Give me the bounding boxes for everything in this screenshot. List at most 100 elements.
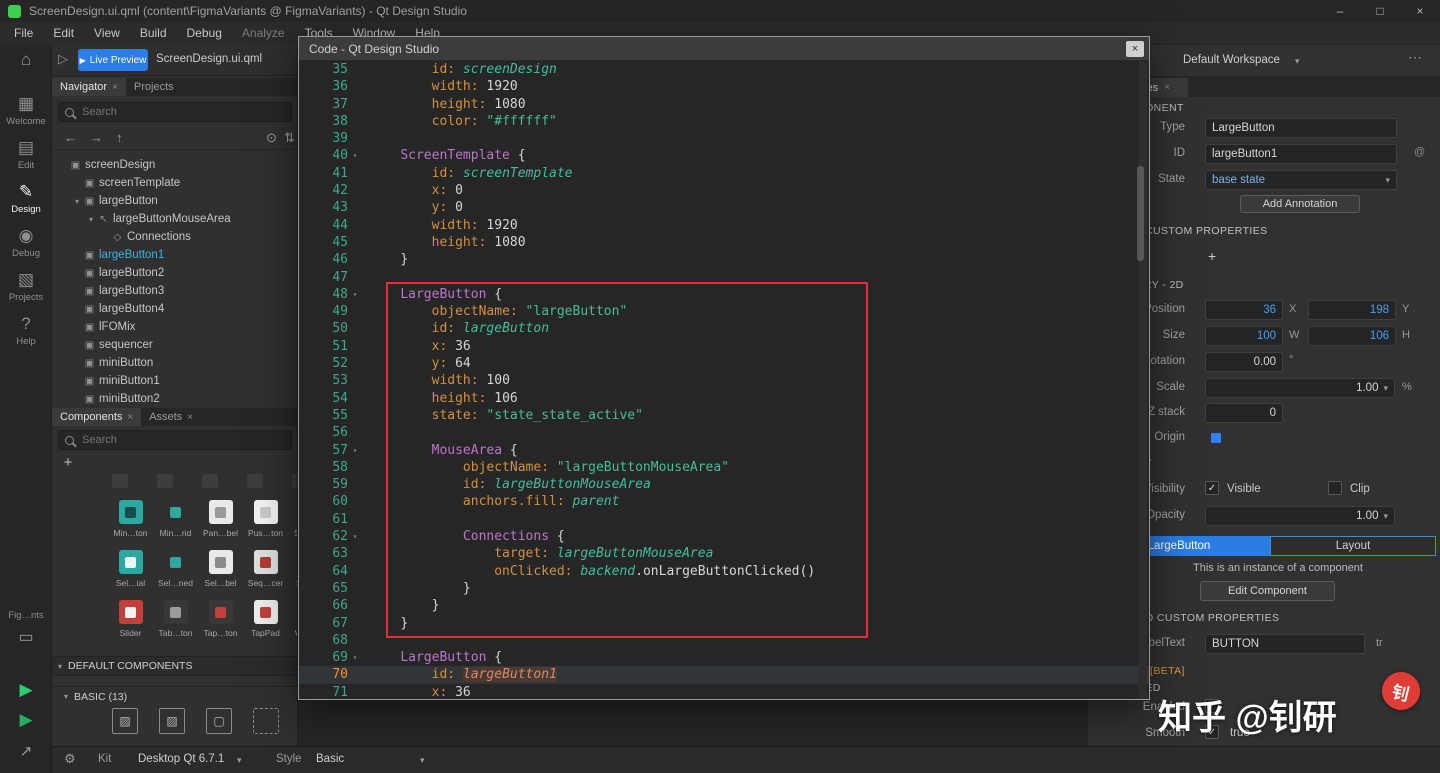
tree-item-miniButton1[interactable]: ▣miniButton1 <box>52 372 298 390</box>
fold-expander-icon[interactable]: ▾ <box>348 528 362 545</box>
export-alias-icon[interactable]: @ <box>1414 146 1425 158</box>
fold-expander-icon[interactable]: ▾ <box>348 147 362 164</box>
tab-layout[interactable]: Layout <box>1270 536 1436 556</box>
component-item-minrid[interactable]: Min…rid <box>153 496 198 546</box>
code-window-close-button[interactable]: × <box>1126 41 1144 57</box>
size-w-field[interactable]: 100 <box>1205 326 1283 346</box>
animated-image-component-icon[interactable]: ▨ <box>159 708 185 734</box>
menu-item-analyze[interactable]: Analyze <box>232 22 295 44</box>
tr-button[interactable]: tr <box>1376 637 1383 649</box>
id-field[interactable]: largeButton1 <box>1205 144 1397 164</box>
code-line[interactable]: 36 width: 1920 <box>299 78 1149 95</box>
tree-item-miniButton[interactable]: ▣miniButton <box>52 354 298 372</box>
zstack-field[interactable]: 0 <box>1205 403 1283 423</box>
code-line[interactable]: 44 width: 1920 <box>299 217 1149 234</box>
opacity-field[interactable]: 1.00 ▾ <box>1205 506 1395 526</box>
add-custom-property-button[interactable]: + <box>1208 248 1216 264</box>
workspace-selector[interactable]: Default Workspace <box>1183 54 1280 66</box>
section-basic[interactable]: ▾ BASIC (13) <box>52 686 298 706</box>
close-icon[interactable]: × <box>1164 82 1170 93</box>
code-line[interactable]: 61 <box>299 511 1149 528</box>
component-item-vienel[interactable]: Vie…nel <box>288 596 298 646</box>
code-line[interactable]: 45 height: 1080 <box>299 234 1149 251</box>
mode-item-design[interactable]: ✎Design <box>0 180 52 224</box>
clip-checkbox[interactable] <box>1328 481 1342 495</box>
mode-item-help[interactable]: ?Help <box>0 312 52 356</box>
code-line[interactable]: 51 x: 36 <box>299 338 1149 355</box>
maximize-button[interactable]: □ <box>1360 0 1400 22</box>
mode-item-edit[interactable]: ▤Edit <box>0 136 52 180</box>
labeltext-field[interactable]: BUTTON <box>1205 634 1365 654</box>
mode-item-welcome[interactable]: ▦Welcome <box>0 92 52 136</box>
component-item-slider[interactable]: Slider <box>108 596 153 646</box>
size-h-field[interactable]: 106 <box>1308 326 1396 346</box>
mode-item-projects[interactable]: ▧Projects <box>0 268 52 312</box>
code-line[interactable]: 43 y: 0 <box>299 199 1149 216</box>
code-scrollbar[interactable] <box>1138 61 1147 699</box>
code-line[interactable]: 58 objectName: "largeButtonMouseArea" <box>299 459 1149 476</box>
enabled-checkbox[interactable]: ✓ <box>1205 699 1219 713</box>
code-editor[interactable]: 35 id: screenDesign36 width: 192037 heig… <box>299 61 1149 699</box>
smooth-checkbox[interactable]: ✓ <box>1205 725 1219 739</box>
menu-item-build[interactable]: Build <box>130 22 177 44</box>
sort-icon[interactable]: ⇅ <box>284 130 295 146</box>
fold-expander-icon[interactable]: ▾ <box>348 442 362 459</box>
component-item-tappad[interactable]: TapPad <box>243 596 288 646</box>
components-search[interactable] <box>58 430 292 450</box>
expander-icon[interactable]: ▾ <box>86 215 96 224</box>
code-line[interactable]: 69▾ LargeButton { <box>299 649 1149 666</box>
tree-item-largeButton4[interactable]: ▣largeButton4 <box>52 300 298 318</box>
component-item-selial[interactable]: Sel…ial <box>108 546 153 596</box>
component-item-panbel[interactable]: Pan…bel <box>198 496 243 546</box>
chevron-down-icon[interactable]: ▾ <box>237 755 242 766</box>
eye-icon[interactable]: ⊙ <box>266 130 277 146</box>
code-line[interactable]: 46 } <box>299 251 1149 268</box>
minimize-button[interactable]: – <box>1320 0 1360 22</box>
code-line[interactable]: 70 id: largeButton1 <box>299 666 1149 683</box>
tree-item-largeButton[interactable]: ▾▣largeButton <box>52 192 298 210</box>
open-file-selector[interactable]: ScreenDesign.ui.qml <box>156 53 262 65</box>
code-line[interactable]: 38 color: "#ffffff" <box>299 113 1149 130</box>
menu-item-file[interactable]: File <box>4 22 43 44</box>
home-icon[interactable]: ⌂ <box>0 50 52 70</box>
external-link-icon[interactable]: ↗ <box>0 742 52 760</box>
code-line[interactable]: 62▾ Connections { <box>299 528 1149 545</box>
close-icon[interactable]: × <box>112 82 118 93</box>
visible-checkbox[interactable]: ✓ <box>1205 481 1219 495</box>
code-line[interactable]: 68 <box>299 632 1149 649</box>
code-line[interactable]: 56 <box>299 424 1149 441</box>
add-component-button[interactable]: + <box>60 454 76 471</box>
tab-navigator[interactable]: Navigator × <box>52 78 126 96</box>
run-preview-icon[interactable]: ▷ <box>58 51 68 67</box>
add-annotation-button[interactable]: Add Annotation <box>1240 195 1360 213</box>
item-component-icon[interactable] <box>253 708 279 734</box>
close-icon[interactable]: × <box>187 412 193 423</box>
live-preview-button[interactable]: ▶ Live Preview <box>78 49 148 71</box>
code-line[interactable]: 64 onClicked: backend.onLargeButtonClick… <box>299 563 1149 580</box>
code-line[interactable]: 71 x: 36 <box>299 684 1149 699</box>
component-item-minton[interactable]: Min…ton <box>108 496 153 546</box>
component-item-puston[interactable]: Pus…ton <box>243 496 288 546</box>
close-icon[interactable]: × <box>127 412 133 423</box>
code-line[interactable]: 42 x: 0 <box>299 182 1149 199</box>
component-item-seqcer[interactable]: Seq…cer <box>243 546 288 596</box>
tree-item-largeButtonMouseArea[interactable]: ▾↖largeButtonMouseArea <box>52 210 298 228</box>
chevron-down-icon[interactable]: ▾ <box>420 755 425 766</box>
gear-icon[interactable]: ⚙ <box>64 751 76 767</box>
image-component-icon[interactable]: ▨ <box>112 708 138 734</box>
code-line[interactable]: 55 state: "state_state_active" <box>299 407 1149 424</box>
tab-assets[interactable]: Assets × <box>141 408 201 426</box>
menu-item-debug[interactable]: Debug <box>177 22 232 44</box>
tree-item-Connections[interactable]: ◇Connections <box>52 228 298 246</box>
chevron-down-icon[interactable]: ▾ <box>1295 56 1300 67</box>
code-line[interactable]: 53 width: 100 <box>299 372 1149 389</box>
component-item-tabton[interactable]: Tab…ton <box>153 596 198 646</box>
component-item-tapton[interactable]: Tap…ton <box>198 596 243 646</box>
debug-run-button[interactable]: ▶ <box>0 710 52 730</box>
tree-item-miniButton2[interactable]: ▣miniButton2 <box>52 390 298 408</box>
fold-expander-icon[interactable]: ▾ <box>348 649 362 666</box>
code-line[interactable]: 40▾ ScreenTemplate { <box>299 147 1149 164</box>
tree-item-sequencer[interactable]: ▣sequencer <box>52 336 298 354</box>
border-image-component-icon[interactable]: ▢ <box>206 708 232 734</box>
code-line[interactable]: 54 height: 106 <box>299 390 1149 407</box>
